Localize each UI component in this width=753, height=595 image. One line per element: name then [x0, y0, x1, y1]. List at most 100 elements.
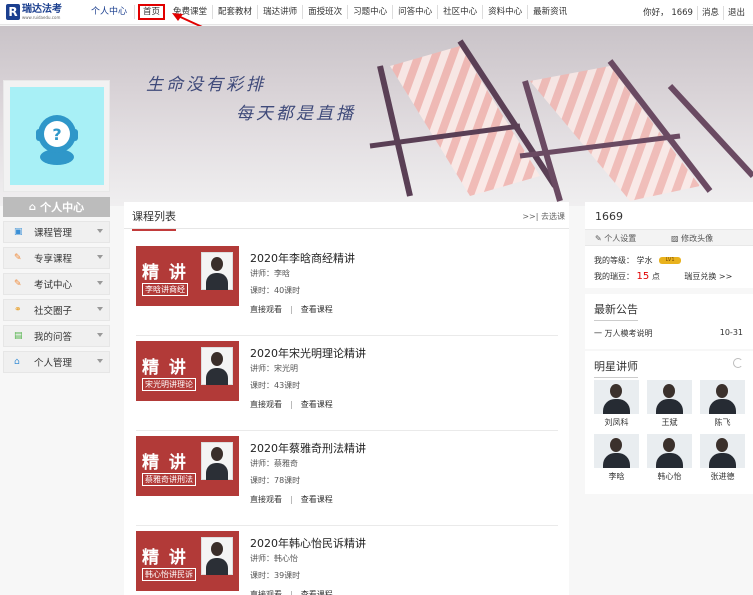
monitor-icon: ▣	[14, 227, 23, 237]
course-thumbnail[interactable]: 精 讲 宋光明讲理论	[136, 341, 239, 401]
teacher-card[interactable]: 张进德	[700, 434, 745, 482]
course-thumbnail[interactable]: 精 讲 韩心怡讲民诉	[136, 531, 239, 591]
avatar[interactable]: ?	[10, 87, 104, 185]
sidebar-item-my-qa[interactable]: ▤ 我的问答	[3, 325, 110, 347]
course-item: 精 讲 宋光明讲理论 2020年宋光明理论精讲 讲师：宋光明 课时：43课时 直…	[136, 341, 558, 431]
course-title[interactable]: 2020年宋光明理论精讲	[250, 345, 366, 361]
nav-qa[interactable]: 问答中心	[393, 5, 439, 19]
watch-now-link[interactable]: 直接观看	[250, 305, 282, 314]
banner-slogan-line1: 生命没有彩排	[146, 75, 266, 95]
teacher-photo	[647, 434, 692, 468]
teacher-photo	[700, 380, 745, 414]
default-avatar-icon: ?	[36, 115, 78, 165]
nav-teachers[interactable]: 瑞达讲师	[258, 5, 304, 19]
nav-community[interactable]: 社区中心	[438, 5, 484, 19]
nav-classes[interactable]: 面授班次	[303, 5, 349, 19]
logo-mark: R	[6, 4, 20, 20]
messages-link[interactable]: 消息	[698, 5, 724, 20]
teacher-card[interactable]: 王斌	[647, 380, 692, 428]
sidebar-item-course-management[interactable]: ▣ 课程管理	[3, 221, 110, 243]
course-teacher: 讲师：李晗	[250, 269, 290, 278]
level-badge: LV1	[659, 257, 682, 264]
sidebar-item-personal-management[interactable]: ⌂ 个人管理	[3, 351, 110, 373]
edit-icon: ✎	[14, 279, 22, 289]
nav-resources[interactable]: 资料中心	[483, 5, 529, 19]
course-title[interactable]: 2020年韩心怡民诉精讲	[250, 535, 366, 551]
user-beans: 我的瑞豆： 15 点 瑞豆兑换 >>	[594, 271, 733, 282]
notice-title: 最新公告	[594, 301, 638, 321]
teacher-photo	[594, 380, 639, 414]
view-course-link[interactable]: 查看课程	[301, 590, 333, 595]
teacher-name: 陈飞	[714, 418, 731, 427]
teacher-photo	[201, 442, 233, 480]
teacher-name: 韩心怡	[657, 472, 682, 481]
select-course-link[interactable]: >>| 去选课	[522, 211, 565, 222]
teacher-card[interactable]: 陈飞	[700, 380, 745, 428]
nav-exercises[interactable]: 习题中心	[348, 5, 394, 19]
course-hours: 课时：43课时	[250, 381, 301, 390]
teacher-name: 王斌	[661, 418, 678, 427]
watch-now-link[interactable]: 直接观看	[250, 590, 282, 595]
main-nav: 个人中心 首页 免费课堂 配套教材 瑞达讲师 面授班次 习题中心 问答中心 社区…	[84, 0, 572, 25]
hero-banner: 生命没有彩排 每天都是直播	[0, 26, 753, 206]
notice-date: 10-31	[719, 328, 743, 337]
course-thumbnail[interactable]: 精 讲 李晗讲商经	[136, 246, 239, 306]
notice-panel: 最新公告 一 万人模考说明 10-31	[585, 294, 753, 349]
course-list-panel: 课程列表 >>| 去选课 精 讲 李晗讲商经 2020年李晗商经精讲 讲师：李晗…	[124, 202, 569, 595]
star-teachers-panel: 明星讲师 刘凤科 王斌 陈飞 李晗 韩心怡 张进德	[585, 351, 753, 494]
teacher-photo	[201, 252, 233, 290]
beach-chairs-illustration	[369, 39, 753, 202]
chevron-down-icon	[97, 359, 103, 363]
teacher-card[interactable]: 刘凤科	[594, 380, 639, 428]
view-course-link[interactable]: 查看课程	[301, 305, 333, 314]
nav-home[interactable]: 首页	[138, 4, 166, 20]
user-level: 我的等级： 学水 LV1	[594, 255, 682, 266]
sidebar-item-exclusive-courses[interactable]: ✎ 专享课程	[3, 247, 110, 269]
logout-link[interactable]: 退出	[724, 6, 749, 20]
sidebar-item-label: 社交圈子	[34, 306, 73, 317]
sidebar: ⌂ 个人中心 ▣ 课程管理 ✎ 专享课程 ✎ 考试中心 ⚭ 社交圈子 ▤ 我的问…	[3, 197, 110, 373]
watch-now-link[interactable]: 直接观看	[250, 495, 282, 504]
course-hours: 课时：40课时	[250, 286, 301, 295]
teacher-photo	[700, 434, 745, 468]
course-thumbnail[interactable]: 精 讲 蔡雅奇讲刑法	[136, 436, 239, 496]
course-teacher: 讲师：蔡雅奇	[250, 459, 298, 468]
course-item: 精 讲 蔡雅奇讲刑法 2020年蔡雅奇刑法精讲 讲师：蔡雅奇 课时：78课时 直…	[136, 436, 558, 526]
teacher-photo	[201, 347, 233, 385]
teacher-name: 李晗	[608, 472, 625, 481]
chevron-down-icon	[97, 281, 103, 285]
course-title[interactable]: 2020年蔡雅奇刑法精讲	[250, 440, 366, 456]
beans-exchange-link[interactable]: 瑞豆兑换 >>	[684, 272, 732, 281]
image-icon: ▨	[671, 234, 679, 243]
profile-icon: ⌂	[14, 357, 20, 367]
teachers-title: 明星讲师	[594, 358, 638, 378]
change-avatar-link[interactable]: ▨ 修改头像	[671, 233, 713, 244]
sidebar-title: ⌂ 个人中心	[3, 197, 110, 217]
view-course-link[interactable]: 查看课程	[301, 400, 333, 409]
watch-now-link[interactable]: 直接观看	[250, 400, 282, 409]
teacher-card[interactable]: 李晗	[594, 434, 639, 482]
teacher-photo	[647, 380, 692, 414]
edit-icon: ✎	[14, 253, 22, 263]
course-teacher: 讲师：宋光明	[250, 364, 298, 373]
sidebar-item-label: 考试中心	[34, 280, 73, 291]
nav-user-center[interactable]: 个人中心	[84, 5, 136, 19]
refresh-icon[interactable]	[733, 358, 743, 368]
beans-count: 15	[636, 271, 650, 282]
sidebar-item-social-circle[interactable]: ⚭ 社交圈子	[3, 299, 110, 321]
teacher-photo	[201, 537, 233, 575]
teacher-card[interactable]: 韩心怡	[647, 434, 692, 482]
sidebar-item-label: 我的问答	[34, 332, 73, 343]
site-logo[interactable]: R 瑞达法考 www.ruidaedu.com	[6, 2, 84, 22]
view-course-link[interactable]: 查看课程	[301, 495, 333, 504]
teacher-name: 刘凤科	[604, 418, 629, 427]
course-list-title: 课程列表	[132, 208, 176, 231]
course-list-header: 课程列表 >>| 去选课	[124, 202, 569, 231]
logo-name: 瑞达法考	[22, 3, 62, 15]
sidebar-item-exam-center[interactable]: ✎ 考试中心	[3, 273, 110, 295]
notice-item[interactable]: 一 万人模考说明	[594, 328, 653, 339]
personal-settings-link[interactable]: ✎ 个人设置	[595, 233, 636, 244]
nav-news[interactable]: 最新资讯	[528, 5, 572, 19]
right-column: 1669 ✎ 个人设置 ▨ 修改头像 我的等级： 学水 LV1 我的瑞豆： 15…	[585, 202, 753, 494]
course-title[interactable]: 2020年李晗商经精讲	[250, 250, 355, 266]
